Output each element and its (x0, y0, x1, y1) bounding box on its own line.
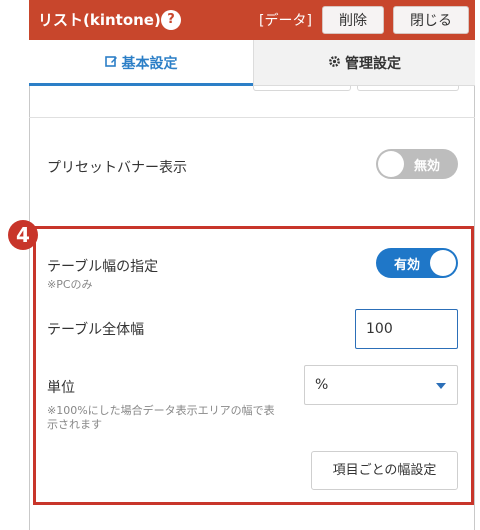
section-divider (29, 117, 475, 118)
collapsed-card-edge (357, 86, 459, 91)
close-button[interactable]: 閉じる (393, 6, 469, 34)
preset-banner-label: プリセットバナー表示 (47, 160, 187, 176)
panel-header: リスト(kintone) ? [データ] 削除 閉じる (29, 0, 475, 40)
unit-select[interactable]: % (304, 365, 458, 405)
panel-title: リスト(kintone) (38, 11, 161, 29)
column-width-settings-button[interactable]: 項目ごとの幅設定 (311, 451, 458, 490)
toggle-knob (378, 151, 404, 177)
table-width-label: テーブル幅の指定 (47, 259, 159, 275)
unit-label: 単位 (47, 380, 75, 396)
unit-selected-value: % (315, 377, 329, 393)
delete-button[interactable]: 削除 (322, 6, 384, 34)
callout-number-badge: 4 (8, 220, 38, 250)
edit-icon (104, 55, 118, 72)
data-type-tag: [データ] (259, 13, 312, 29)
preset-banner-toggle[interactable]: 無効 (376, 149, 458, 179)
toggle-state-text: 有効 (394, 258, 421, 273)
tab-basic-label: 基本設定 (121, 56, 178, 72)
table-total-width-label: テーブル全体幅 (47, 322, 145, 338)
help-icon[interactable]: ? (161, 10, 181, 30)
unit-note-line1: ※100%にした場合データ表示エリアの幅で表 (47, 404, 275, 417)
collapsed-card-edge (253, 86, 351, 91)
gear-icon (328, 55, 341, 72)
table-total-width-input[interactable]: 100 (355, 309, 458, 349)
table-width-note: ※PCのみ (47, 278, 93, 291)
tab-basic-settings[interactable]: 基本設定 (29, 40, 253, 86)
toggle-knob (430, 250, 456, 276)
tab-admin-settings[interactable]: 管理設定 (253, 40, 475, 86)
table-width-toggle[interactable]: 有効 (376, 248, 458, 278)
chevron-down-icon (436, 383, 446, 389)
toggle-state-text: 無効 (414, 159, 441, 174)
tab-admin-label: 管理設定 (345, 56, 401, 72)
unit-note-line2: 示されます (47, 418, 102, 431)
